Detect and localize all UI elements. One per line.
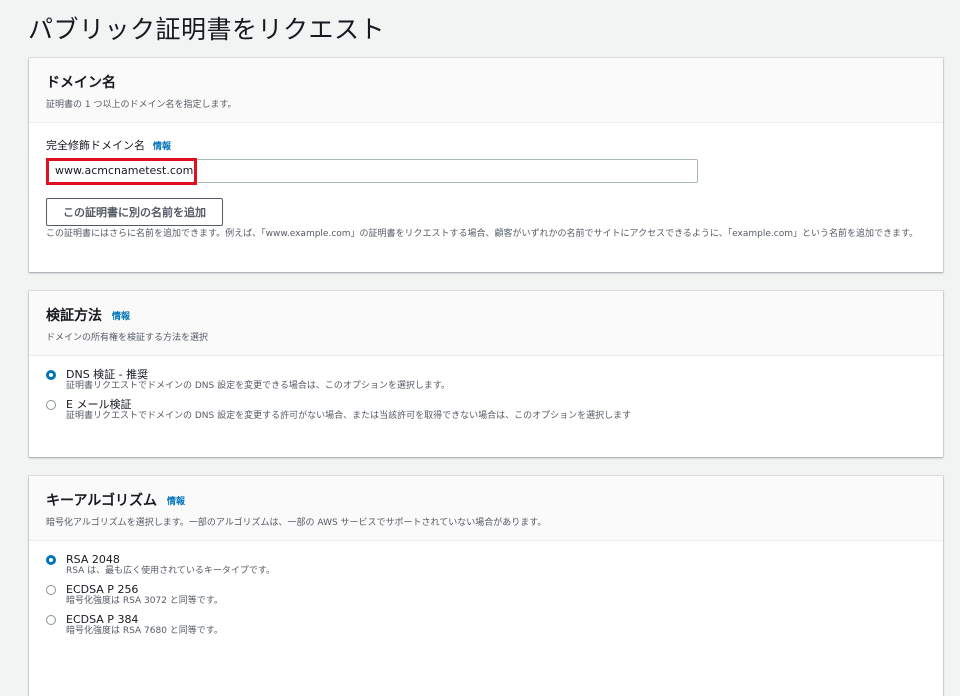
validation-panel-description: ドメインの所有権を検証する方法を選択: [46, 333, 209, 343]
radio-option-dns[interactable]: DNS 検証 - 推奨 証明書リクエストでドメインの DNS 設定を変更できる場…: [46, 368, 926, 392]
algorithm-info-link[interactable]: 情報: [167, 494, 185, 507]
algorithm-panel-description: 暗号化アルゴリズムを選択します。一部のアルゴリズムは、一部の AWS サービスで…: [46, 518, 547, 528]
radio-label-email: E メール検証: [66, 398, 132, 411]
radio-option-ecdsa256[interactable]: ECDSA P 256 暗号化強度は RSA 3072 と同等です。: [46, 583, 926, 607]
radio-label-ecdsa384: ECDSA P 384: [66, 613, 139, 626]
radio-label-ecdsa256: ECDSA P 256: [66, 583, 139, 596]
radio-option-rsa2048[interactable]: RSA 2048 RSA は、最も広く使用されているキータイプです。: [46, 553, 926, 577]
input-highlight-annotation: [46, 158, 197, 185]
algorithm-panel-title: キーアルゴリズム: [46, 493, 158, 509]
validation-panel-title-row: 検証方法 情報: [46, 305, 926, 325]
validation-panel-title: 検証方法: [46, 308, 102, 324]
radio-button-ecdsa256[interactable]: [46, 585, 56, 595]
radio-desc-ecdsa256: 暗号化強度は RSA 3072 と同等です。: [66, 596, 223, 606]
radio-label-dns: DNS 検証 - 推奨: [66, 368, 149, 381]
page-title: パブリック証明書をリクエスト: [28, 15, 386, 44]
radio-option-email[interactable]: E メール検証 証明書リクエストでドメインの DNS 設定を変更する許可がない場…: [46, 398, 926, 422]
fqdn-info-link[interactable]: 情報: [153, 139, 171, 152]
key-algorithm-panel: キーアルゴリズム 情報 暗号化アルゴリズムを選択します。一部のアルゴリズムは、一…: [29, 476, 943, 696]
domain-panel-title: ドメイン名: [46, 75, 116, 91]
validation-info-link[interactable]: 情報: [112, 309, 130, 322]
fqdn-label-row: 完全修飾ドメイン名 情報: [46, 137, 926, 153]
radio-desc-email: 証明書リクエストでドメインの DNS 設定を変更する許可がない場合、または当該許…: [66, 411, 632, 421]
validation-method-panel: 検証方法 情報 ドメインの所有権を検証する方法を選択 DNS 検証 - 推奨 証…: [29, 291, 943, 457]
radio-button-dns[interactable]: [46, 370, 56, 380]
radio-label-rsa2048: RSA 2048: [66, 553, 120, 566]
validation-panel-body: DNS 検証 - 推奨 証明書リクエストでドメインの DNS 設定を変更できる場…: [29, 356, 943, 440]
add-another-name-button[interactable]: この証明書に別の名前を追加: [46, 198, 223, 226]
domain-panel-header: ドメイン名 証明書の 1 つ以上のドメイン名を指定します。: [29, 58, 943, 123]
domain-name-panel: ドメイン名 証明書の 1 つ以上のドメイン名を指定します。 完全修飾ドメイン名 …: [29, 58, 943, 272]
radio-button-email[interactable]: [46, 400, 56, 410]
domain-panel-body: 完全修飾ドメイン名 情報 www.acmcnametest.com この証明書に…: [29, 123, 943, 252]
algorithm-panel-title-row: キーアルゴリズム 情報: [46, 490, 926, 510]
radio-option-ecdsa384[interactable]: ECDSA P 384 暗号化強度は RSA 7680 と同等です。: [46, 613, 926, 637]
radio-desc-rsa2048: RSA は、最も広く使用されているキータイプです。: [66, 566, 275, 576]
radio-desc-dns: 証明書リクエストでドメインの DNS 設定を変更できる場合は、このオプションを選…: [66, 381, 451, 391]
radio-button-ecdsa384[interactable]: [46, 615, 56, 625]
domain-panel-description: 証明書の 1 つ以上のドメイン名を指定します。: [46, 100, 237, 110]
validation-panel-header: 検証方法 情報 ドメインの所有権を検証する方法を選択: [29, 291, 943, 356]
algorithm-panel-header: キーアルゴリズム 情報 暗号化アルゴリズムを選択します。一部のアルゴリズムは、一…: [29, 476, 943, 541]
radio-desc-ecdsa384: 暗号化強度は RSA 7680 と同等です。: [66, 626, 223, 636]
algorithm-panel-body: RSA 2048 RSA は、最も広く使用されているキータイプです。 ECDSA…: [29, 541, 943, 655]
fqdn-label: 完全修飾ドメイン名: [46, 139, 145, 152]
radio-button-rsa2048[interactable]: [46, 555, 56, 565]
add-name-help-text: この証明書にはさらに名前を追加できます。例えば、「www.example.com…: [46, 229, 919, 239]
